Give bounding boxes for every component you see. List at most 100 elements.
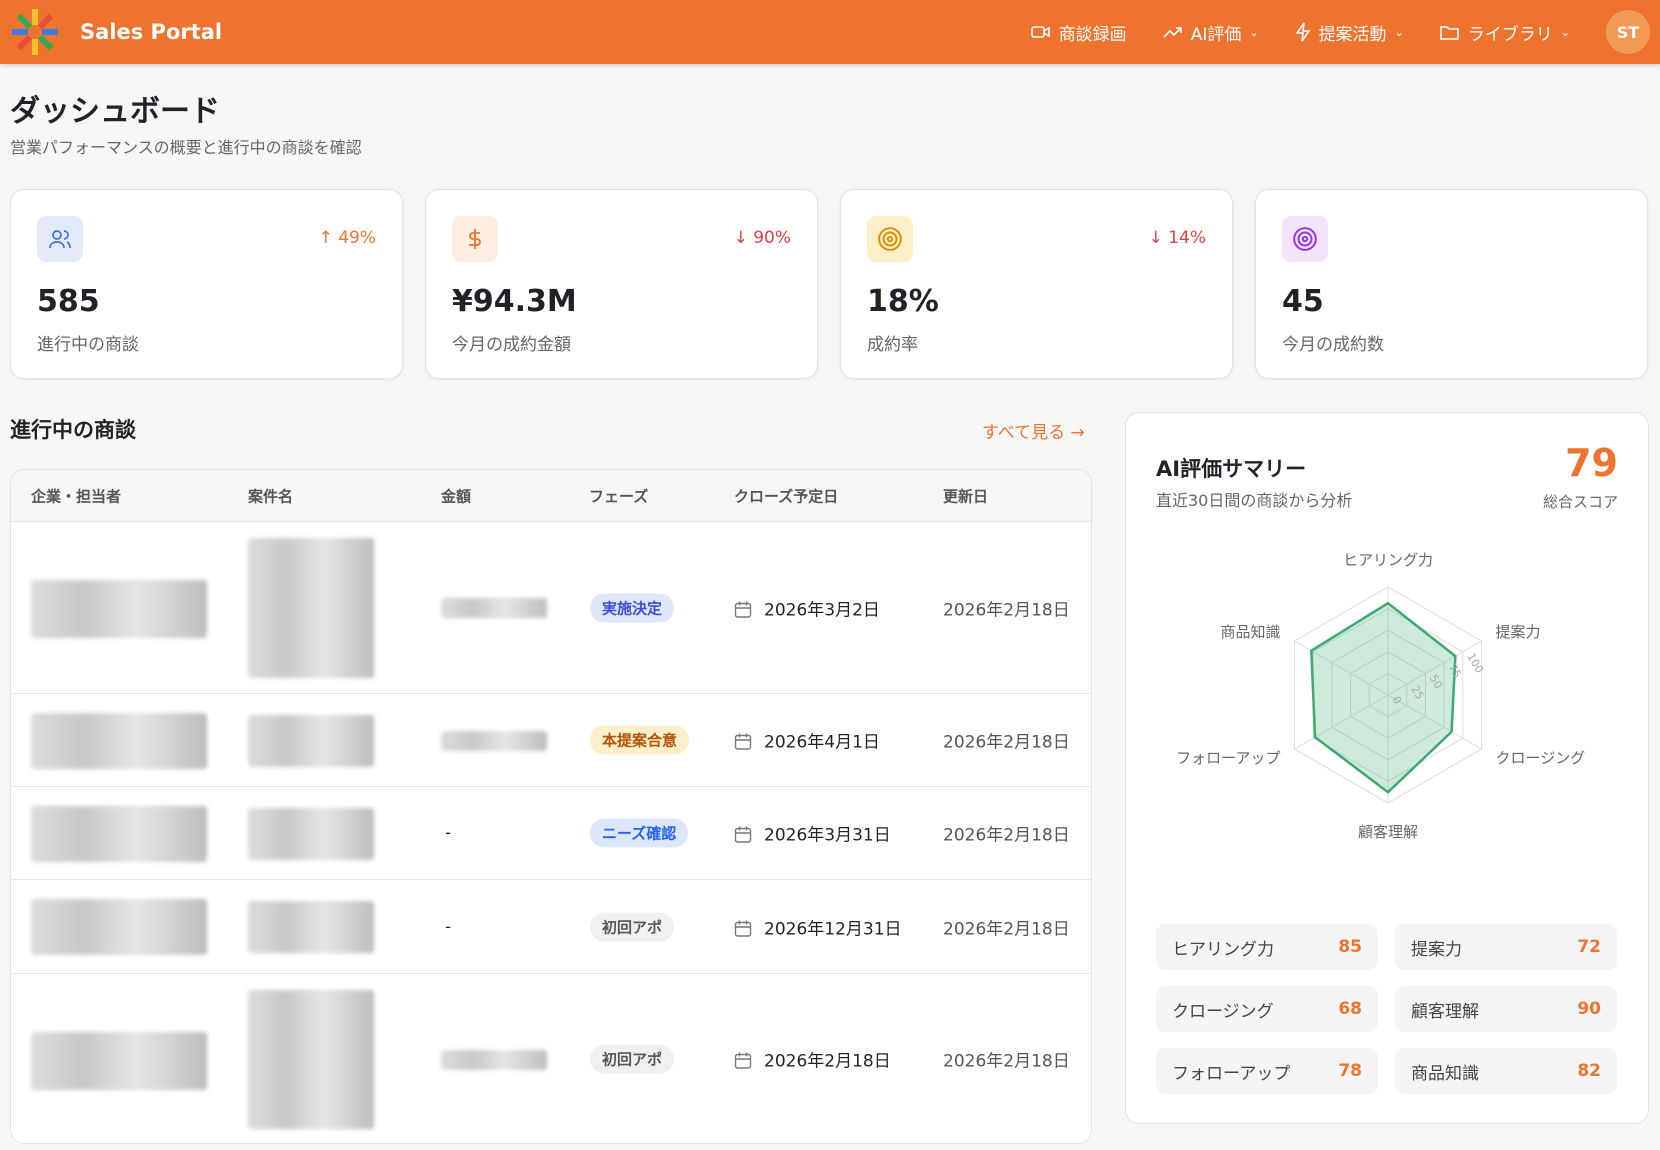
radar-series	[1310, 601, 1457, 794]
top-navbar: Sales Portal 商談録画 AI評価 ⌄ 提案活動 ⌄ ライブラリ ⌄ ST	[0, 0, 1660, 64]
table-row[interactable]: 本提案合意 2026年4月1日 2026年2月18日	[11, 694, 1091, 787]
updated-date: 2026年2月18日	[943, 1051, 1070, 1072]
amount: -	[445, 823, 452, 843]
score-label: 顧客理解	[1411, 1001, 1479, 1022]
score-value: 78	[1338, 1061, 1362, 1081]
close-date: 2026年12月31日	[764, 919, 902, 939]
logo-icon	[12, 9, 58, 55]
score-item: 提案力 72	[1395, 924, 1617, 970]
trend-indicator: ↓ 14%	[1148, 228, 1206, 248]
nav-recordings[interactable]: 商談録画	[1030, 20, 1127, 45]
deals-title: 進行中の商談	[10, 418, 136, 442]
score-item: フォローアップ 78	[1156, 1048, 1378, 1094]
deal-name-redacted	[248, 807, 374, 860]
close-date: 2026年3月31日	[764, 825, 891, 846]
deal-name-redacted	[248, 901, 374, 953]
table-row[interactable]: - 初回アポ 2026年12月31日 2026年2月18日	[11, 880, 1091, 974]
column-header[interactable]: 金額	[441, 485, 471, 506]
radar-tick-label: 100	[1464, 651, 1486, 676]
company-redacted	[31, 580, 207, 638]
ai-summary-panel: AI評価サマリー 直近30日間の商談から分析 79 総合スコア 0 25 50 75 1…	[1125, 412, 1649, 1124]
score-label: ヒアリング力	[1172, 939, 1274, 960]
stat-card: ↓ 14% 18% 成約率	[840, 189, 1233, 379]
stat-card: ↓ 90% ¥94.3M 今月の成約金額	[425, 189, 818, 379]
score-item: 商品知識 82	[1395, 1048, 1617, 1094]
trend-indicator: ↑ 49%	[318, 228, 376, 248]
phase-badge: 初回アポ	[590, 1044, 675, 1074]
close-date: 2026年2月18日	[764, 1051, 891, 1072]
calendar-icon	[734, 826, 752, 843]
stat-card: ↑ 49% 585 進行中の商談	[10, 189, 403, 379]
overall-score-label: 総合スコア	[1542, 493, 1618, 511]
table-row[interactable]: - ニーズ確認 2026年3月31日 2026年2月18日	[11, 787, 1091, 880]
page-title: ダッシュボード	[10, 94, 220, 129]
radar-axis-label: フォローアップ	[1176, 749, 1280, 767]
phase-badge: ニーズ確認	[590, 818, 689, 848]
radar-axis-label: 顧客理解	[1358, 823, 1418, 841]
phase-badge: 初回アポ	[590, 912, 675, 941]
score-item: ヒアリング力 85	[1156, 924, 1378, 970]
amount-redacted	[441, 730, 547, 751]
score-value: 90	[1577, 999, 1601, 1019]
brand-name[interactable]: Sales Portal	[80, 20, 222, 44]
phase-badge: 本提案合意	[590, 725, 690, 755]
company-redacted	[31, 1031, 207, 1090]
target-icon	[1282, 216, 1328, 262]
updated-date: 2026年2月18日	[943, 600, 1070, 620]
score-value: 85	[1338, 937, 1362, 957]
stat-value: ¥94.3M	[452, 284, 577, 319]
updated-date: 2026年2月18日	[943, 732, 1070, 753]
users-icon	[37, 216, 83, 262]
score-label: フォローアップ	[1172, 1063, 1291, 1084]
table-row[interactable]: 初回アポ 2026年2月18日 2026年2月18日	[11, 974, 1091, 1143]
amount: -	[445, 916, 452, 937]
table-header: 企業・担当者 案件名 金額 フェーズ クローズ予定日 更新日	[11, 470, 1091, 522]
calendar-icon	[734, 1052, 752, 1069]
dollar-icon	[452, 216, 498, 262]
nav-library[interactable]: ライブラリ ⌄	[1439, 20, 1570, 45]
column-header[interactable]: クローズ予定日	[734, 485, 838, 506]
radar-axis-label: 商品知識	[1220, 623, 1280, 641]
ai-summary-subtitle: 直近30日間の商談から分析	[1156, 491, 1353, 510]
column-header[interactable]: 更新日	[943, 485, 988, 506]
chevron-down-icon: ⌄	[1249, 25, 1259, 39]
column-header[interactable]: 案件名	[248, 485, 293, 506]
stat-label: 進行中の商談	[37, 335, 139, 355]
stat-value: 585	[37, 284, 100, 319]
radar-axis-label: ヒアリング力	[1343, 551, 1433, 569]
score-label: 提案力	[1411, 939, 1462, 960]
amount-redacted	[441, 1049, 547, 1070]
trend-indicator: ↓ 90%	[733, 228, 791, 248]
score-value: 72	[1577, 937, 1601, 957]
deal-name-redacted	[248, 714, 374, 767]
deal-name-redacted	[248, 538, 374, 678]
score-item: クロージング 68	[1156, 986, 1378, 1032]
overall-score: 79	[1565, 441, 1618, 485]
user-avatar[interactable]: ST	[1606, 10, 1650, 54]
bolt-icon	[1295, 22, 1311, 42]
chevron-down-icon: ⌄	[1394, 25, 1404, 39]
score-value: 68	[1338, 999, 1362, 1019]
chevron-down-icon: ⌄	[1560, 25, 1570, 39]
close-date: 2026年4月1日	[764, 732, 880, 753]
radar-axis-label: クロージング	[1496, 749, 1586, 767]
column-header[interactable]: フェーズ	[589, 485, 648, 506]
score-value: 82	[1577, 1061, 1601, 1081]
phase-badge: 実施決定	[590, 593, 675, 622]
nav-ai-eval[interactable]: AI評価 ⌄	[1163, 20, 1259, 45]
see-all-link[interactable]: すべて見る →	[982, 418, 1085, 443]
stat-value: 18%	[867, 284, 939, 319]
table-row[interactable]: 実施決定 2026年3月2日 2026年2月18日	[11, 522, 1091, 694]
page-subtitle: 営業パフォーマンスの概要と進行中の商談を確認	[10, 138, 362, 157]
close-date: 2026年3月2日	[764, 600, 880, 620]
radar-chart: 0 255075 100ヒアリング力提案力クロージング顧客理解フォローアップ商品知識	[1176, 551, 1586, 841]
column-header[interactable]: 企業・担当者	[31, 485, 121, 506]
deals-table: 企業・担当者 案件名 金額 フェーズ クローズ予定日 更新日 実施決定 2026年3月2日 2…	[10, 469, 1092, 1144]
nav-proposals[interactable]: 提案活動 ⌄	[1295, 20, 1404, 45]
company-redacted	[31, 712, 207, 769]
calendar-icon	[734, 733, 752, 750]
updated-date: 2026年2月18日	[943, 919, 1070, 939]
score-item: 顧客理解 90	[1395, 986, 1617, 1032]
stat-label: 今月の成約金額	[452, 335, 571, 355]
score-label: 商品知識	[1411, 1063, 1479, 1084]
